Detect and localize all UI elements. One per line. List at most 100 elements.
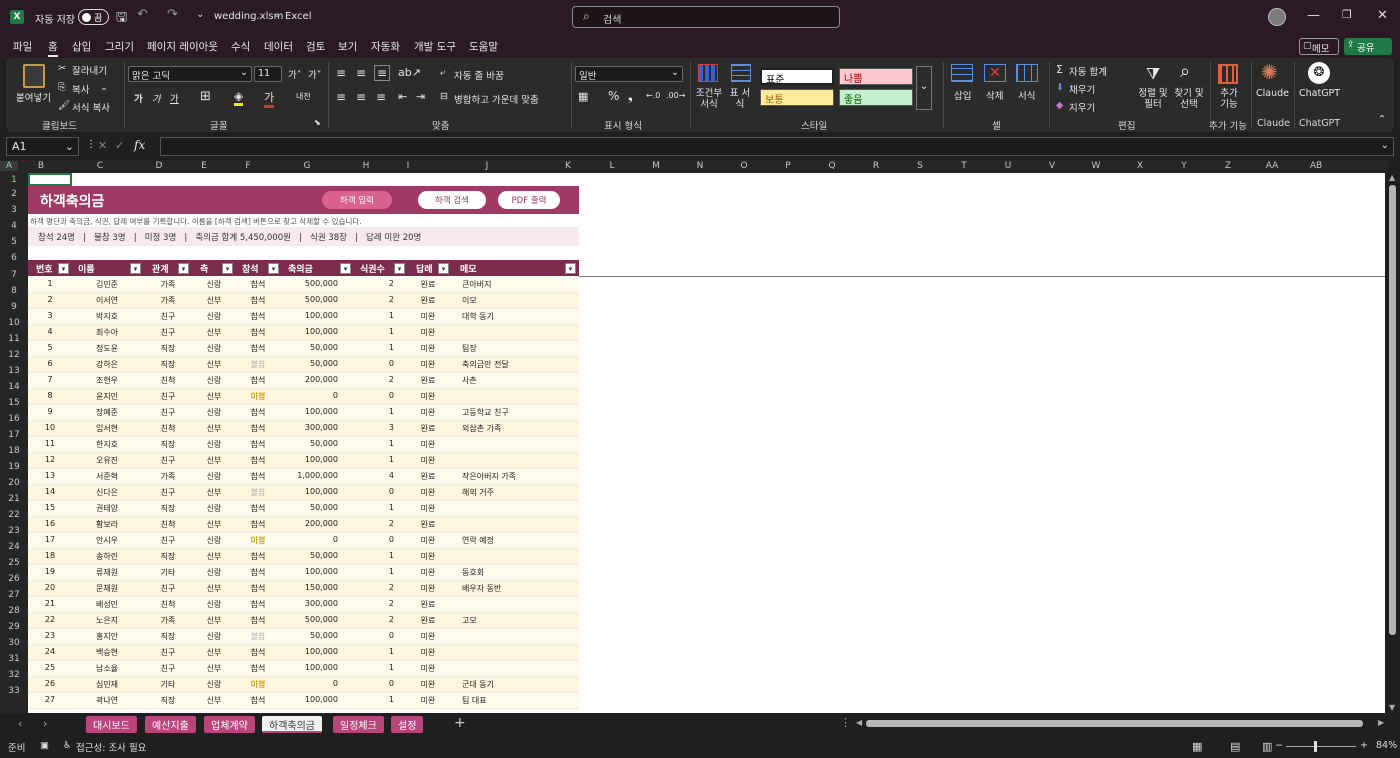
tab-data[interactable]: 데이터 bbox=[264, 39, 293, 54]
tab-draw[interactable]: 그리기 bbox=[105, 39, 134, 54]
table-row[interactable]: 25 남소율 친구 신부 참석 100,000 1 미완 bbox=[28, 661, 579, 677]
table-cell[interactable]: 20 bbox=[30, 583, 70, 592]
table-cell[interactable]: 친척 bbox=[146, 599, 190, 610]
table-cell[interactable]: 친구 bbox=[146, 583, 190, 594]
table-cell[interactable]: 미완 bbox=[410, 327, 446, 338]
column-header-h[interactable]: H bbox=[344, 161, 388, 171]
copy-button[interactable]: 복사 bbox=[72, 82, 89, 96]
row-header-14[interactable]: 14 bbox=[0, 382, 28, 392]
sheet-tab-contracts[interactable]: 업체계약 bbox=[204, 716, 255, 733]
column-header-t[interactable]: T bbox=[942, 161, 986, 171]
table-cell[interactable]: 신랑 bbox=[194, 439, 234, 450]
table-cell[interactable]: 친구 bbox=[146, 311, 190, 322]
table-cell[interactable]: 친구 bbox=[146, 407, 190, 418]
table-cell[interactable]: 정도윤 bbox=[72, 343, 142, 354]
table-cell[interactable]: 친구 bbox=[146, 391, 190, 402]
row-header-9[interactable]: 9 bbox=[0, 302, 28, 312]
filter-dropdown-icon[interactable]: ▾ bbox=[178, 263, 189, 274]
table-cell[interactable]: 참석 bbox=[236, 343, 280, 354]
row-header-32[interactable]: 32 bbox=[0, 670, 28, 680]
table-cell[interactable]: 500,000 bbox=[282, 615, 338, 624]
clear-button[interactable]: 지우기 bbox=[1069, 100, 1095, 114]
table-cell[interactable]: 백승현 bbox=[72, 647, 142, 658]
table-cell[interactable]: 50,000 bbox=[282, 439, 338, 448]
filter-dropdown-icon[interactable]: ▾ bbox=[438, 263, 449, 274]
table-cell[interactable]: 김민준 bbox=[72, 279, 142, 290]
table-cell[interactable]: 미완 bbox=[410, 631, 446, 642]
table-cell[interactable]: 신랑 bbox=[194, 407, 234, 418]
tab-automate[interactable]: 자동화 bbox=[371, 39, 400, 54]
align-top-icon[interactable]: ≡ bbox=[336, 66, 346, 80]
table-cell[interactable]: 참석 bbox=[236, 407, 280, 418]
table-cell[interactable]: 1 bbox=[354, 439, 394, 448]
row-header-29[interactable]: 29 bbox=[0, 622, 28, 632]
table-cell[interactable]: 12 bbox=[30, 455, 70, 464]
table-cell[interactable]: 미완 bbox=[410, 359, 446, 370]
format-cells-button[interactable]: 서식 bbox=[1018, 88, 1035, 102]
table-cell[interactable]: 1 bbox=[354, 567, 394, 576]
table-cell[interactable]: 불참 bbox=[236, 631, 280, 642]
column-header-v[interactable]: V bbox=[1030, 161, 1074, 171]
row-header-6[interactable]: 6 bbox=[0, 253, 28, 263]
table-cell[interactable]: 조현우 bbox=[72, 375, 142, 386]
table-cell[interactable]: 가족 bbox=[146, 471, 190, 482]
table-cell[interactable]: 미완 bbox=[410, 311, 446, 322]
table-row[interactable]: 20 문채원 친구 신부 참석 150,000 2 미완 배우자 동반 bbox=[28, 581, 579, 597]
table-cell[interactable]: 참석 bbox=[236, 375, 280, 386]
comma-icon[interactable]: ❟ bbox=[628, 89, 633, 104]
table-row[interactable]: 10 임서현 친척 신부 참석 300,000 3 완료 외삼촌 가족 bbox=[28, 421, 579, 437]
table-cell[interactable]: 2 bbox=[354, 599, 394, 608]
table-cell[interactable]: 미완 bbox=[410, 391, 446, 402]
table-cell[interactable]: 신다은 bbox=[72, 487, 142, 498]
table-cell[interactable]: 친구 bbox=[146, 487, 190, 498]
table-cell[interactable]: 신부 bbox=[194, 423, 234, 434]
style-good[interactable]: 좋음 bbox=[839, 89, 913, 106]
table-cell[interactable]: 황보라 bbox=[72, 519, 142, 530]
sheet-tab-guests[interactable]: 하객축의금 bbox=[262, 716, 322, 733]
table-cell[interactable]: 친구 bbox=[146, 663, 190, 674]
worksheet-grid[interactable]: 하객축의금 하객 입력 하객 검색 PDF 출력 하객 명단과 축의금, 식권,… bbox=[28, 173, 1385, 713]
table-row[interactable]: 27 곽나연 직장 신부 참석 100,000 1 미완 팀 대표 bbox=[28, 693, 579, 709]
sheet-tab-schedule[interactable]: 일정체크 bbox=[333, 716, 384, 733]
column-header-q[interactable]: Q bbox=[810, 161, 854, 171]
table-cell[interactable]: 축의금만 전달 bbox=[462, 359, 577, 370]
row-header-5[interactable]: 5 bbox=[0, 237, 28, 247]
table-cell[interactable]: 미정 bbox=[236, 535, 280, 546]
table-cell[interactable]: 신부 bbox=[194, 695, 234, 706]
sheet-tab-settings[interactable]: 설정 bbox=[391, 716, 424, 733]
table-cell[interactable]: 홍지안 bbox=[72, 631, 142, 642]
table-cell[interactable]: 곽나연 bbox=[72, 695, 142, 706]
table-cell[interactable]: 미완 bbox=[410, 439, 446, 450]
table-cell[interactable]: 참석 bbox=[236, 695, 280, 706]
table-cell[interactable]: 친척 bbox=[146, 375, 190, 386]
table-cell[interactable]: 남소율 bbox=[72, 663, 142, 674]
table-cell[interactable]: 16 bbox=[30, 519, 70, 528]
tab-file[interactable]: 파일 bbox=[13, 39, 32, 54]
column-header-k[interactable]: K bbox=[546, 161, 590, 171]
filter-dropdown-icon[interactable]: ▾ bbox=[268, 263, 279, 274]
cut-button[interactable]: 잘라내기 bbox=[72, 63, 107, 77]
table-cell[interactable]: 미완 bbox=[410, 407, 446, 418]
row-header-13[interactable]: 13 bbox=[0, 366, 28, 376]
table-cell[interactable]: 0 bbox=[354, 487, 394, 496]
table-cell[interactable]: 임서현 bbox=[72, 423, 142, 434]
table-cell[interactable]: 완료 bbox=[410, 423, 446, 434]
column-header-p[interactable]: P bbox=[766, 161, 810, 171]
table-cell[interactable]: 100,000 bbox=[282, 327, 338, 336]
vertical-scroll-thumb[interactable] bbox=[1389, 185, 1396, 635]
next-sheet-icon[interactable]: › bbox=[43, 717, 47, 730]
orientation-icon[interactable]: ab↗ bbox=[398, 66, 421, 79]
table-cell[interactable]: 미완 bbox=[410, 551, 446, 562]
table-cell[interactable]: 신랑 bbox=[194, 599, 234, 610]
row-header-28[interactable]: 28 bbox=[0, 606, 28, 616]
table-cell[interactable]: 고등학교 친구 bbox=[462, 407, 577, 418]
table-cell[interactable]: 작은아버지 가족 bbox=[462, 471, 577, 482]
table-cell[interactable]: 참석 bbox=[236, 599, 280, 610]
table-cell[interactable]: 19 bbox=[30, 567, 70, 576]
wrap-text-button[interactable]: 자동 줄 바꿈 bbox=[454, 68, 504, 82]
column-header-m[interactable]: M bbox=[634, 161, 678, 171]
table-cell[interactable]: 4 bbox=[354, 471, 394, 480]
formula-input[interactable]: ⌄ bbox=[160, 137, 1394, 156]
style-normal[interactable]: 표준 bbox=[760, 68, 834, 86]
decrease-indent-icon[interactable]: ⇤ bbox=[398, 90, 407, 103]
